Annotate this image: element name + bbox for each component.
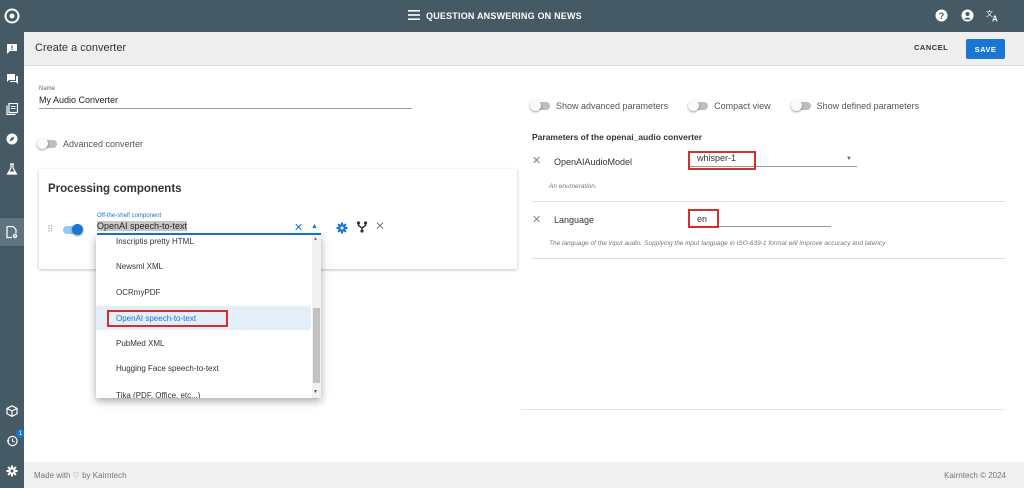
unset-language-icon[interactable]: ✕ (532, 213, 541, 226)
dropdown-scrollbar[interactable]: ▲ ▼ (312, 235, 321, 398)
divider (532, 258, 1005, 259)
show-advanced-toggle[interactable] (530, 100, 550, 111)
component-select-value: OpenAI speech-to-text (97, 221, 188, 231)
scroll-up-arrow-icon[interactable]: ▲ (313, 236, 318, 242)
show-advanced-label: Show advanced parameters (556, 101, 669, 111)
show-defined-label: Show defined parameters (816, 101, 920, 111)
forum-icon[interactable] (4, 71, 20, 87)
unset-model-icon[interactable]: ✕ (532, 154, 541, 167)
model-select[interactable]: whisper-1 (689, 151, 857, 167)
sidebar: 1 (0, 32, 25, 488)
svg-text:?: ? (938, 10, 944, 20)
dropdown-option[interactable]: Hugging Face speech-to-text (96, 356, 311, 380)
dropdown-arrow-icon[interactable]: ▼ (846, 156, 852, 162)
gear-icon[interactable] (336, 222, 348, 234)
fork-icon[interactable] (356, 221, 368, 233)
dropdown-option-selected[interactable]: OpenAI speech-to-text (96, 306, 311, 330)
feedback-icon[interactable] (4, 41, 20, 57)
dropdown-option[interactable]: Newsml XML (96, 254, 311, 278)
model-param-description: An enumeration. (549, 183, 597, 190)
compact-view-label: Compact view (714, 101, 771, 111)
model-param-name: OpenAIAudioModel (554, 157, 633, 167)
component-select-input[interactable]: OpenAI speech-to-text (97, 221, 321, 235)
language-input[interactable]: en (689, 211, 831, 227)
drag-handle-icon[interactable]: ⠿ (47, 224, 54, 235)
app-logo-icon[interactable] (4, 8, 20, 24)
scroll-down-arrow-icon[interactable]: ▼ (313, 389, 318, 395)
dropdown-option[interactable]: Tika (PDF, Office, etc...) (96, 383, 311, 399)
footer-copyright: Kairntech © 2024 (944, 471, 1006, 480)
settings-icon[interactable] (4, 463, 20, 479)
parameters-title: Parameters of the openai_audio converter (532, 132, 703, 142)
name-input[interactable]: My Audio Converter (39, 95, 412, 109)
show-defined-toggle[interactable] (790, 100, 811, 111)
menu-icon[interactable] (408, 10, 420, 22)
language-param-description: The language of the input audio. Supplyi… (549, 240, 886, 247)
library-icon[interactable] (4, 101, 20, 117)
clear-icon[interactable]: ✕ (294, 221, 303, 234)
top-app-bar: QUESTION ANSWERING ON NEWS ? 文A (0, 0, 1024, 32)
translate-icon[interactable]: 文A (986, 8, 1000, 22)
cancel-button[interactable]: CANCEL (914, 43, 948, 52)
dropdown-option[interactable]: Inscriptis pretty HTML (96, 235, 311, 253)
page-header: Create a converter CANCEL SAVE (24, 32, 1024, 66)
document-gear-icon[interactable] (4, 224, 20, 240)
footer: Made with ♡ by Kairntech Kairntech © 202… (24, 462, 1024, 488)
language-param-name: Language (554, 215, 595, 225)
component-enabled-toggle[interactable] (63, 224, 83, 235)
remove-component-icon[interactable]: ✕ (375, 219, 385, 233)
save-button[interactable]: SAVE (966, 39, 1005, 59)
divider (521, 409, 1005, 410)
compact-view-toggle[interactable] (688, 100, 709, 111)
account-icon[interactable] (960, 8, 974, 22)
svg-text:A: A (992, 14, 998, 22)
component-field-label: Off-the-shelf component (97, 213, 162, 219)
explore-icon[interactable] (4, 131, 20, 147)
view-options-bar: Show advanced parameters Compact view Sh… (530, 100, 920, 111)
app-title-text: QUESTION ANSWERING ON NEWS (426, 11, 582, 21)
app-title[interactable]: QUESTION ANSWERING ON NEWS (408, 8, 582, 24)
component-dropdown-list: Inscriptis pretty HTML Newsml XML OCRmyP… (96, 235, 321, 398)
dropdown-option[interactable]: OCRmyPDF (96, 280, 311, 304)
page-title: Create a converter (35, 42, 127, 54)
advanced-converter-row: Advanced converter (37, 138, 144, 149)
divider (532, 201, 1005, 202)
processing-components-title: Processing components (48, 183, 182, 195)
scrollbar-thumb[interactable] (313, 308, 320, 383)
help-icon[interactable]: ? (934, 8, 948, 22)
caret-up-icon[interactable]: ▲ (311, 223, 318, 230)
name-field-label: Name (39, 86, 56, 92)
advanced-converter-toggle[interactable] (37, 138, 57, 149)
cube-icon[interactable] (4, 403, 20, 419)
dropdown-option[interactable]: PubMed XML (96, 331, 311, 355)
advanced-converter-label: Advanced converter (63, 139, 144, 149)
lab-icon[interactable] (4, 161, 20, 177)
footer-credit: Made with ♡ by Kairntech (34, 471, 127, 480)
